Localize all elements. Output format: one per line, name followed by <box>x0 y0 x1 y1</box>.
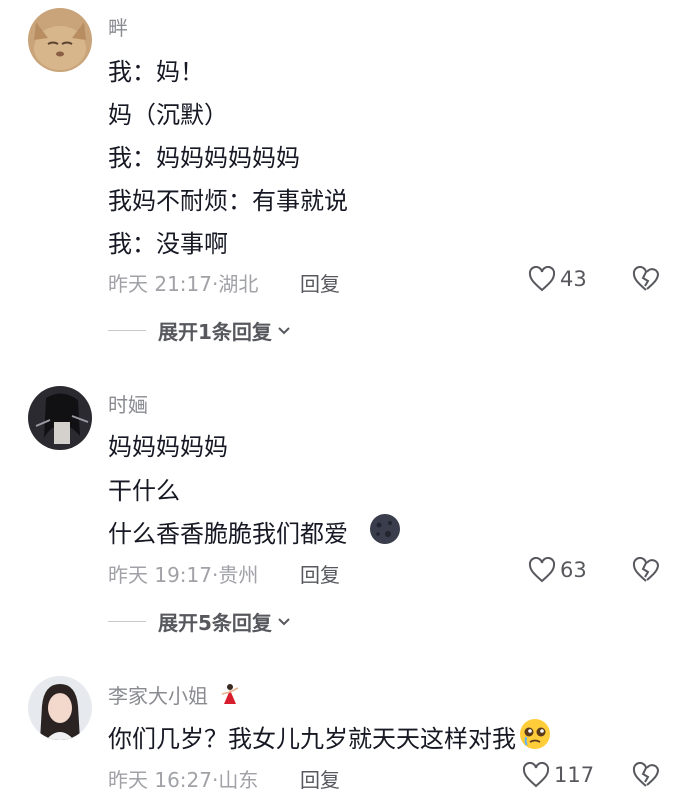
like-count: 117 <box>554 763 595 787</box>
comment-item: 李家大小姐 你们几岁？我女儿九岁就天天这样对我 昨天 16:27·山东 回复 1… <box>0 0 690 802</box>
reply-button[interactable]: 回复 <box>300 764 340 793</box>
comment-location: 山东 <box>218 768 259 792</box>
pleading-face-emoji <box>518 717 552 757</box>
comment-text: 你们几岁？我女儿九岁就天天这样对我 <box>108 719 552 757</box>
username[interactable]: 李家大小姐 <box>108 680 242 713</box>
dancer-emoji <box>216 682 242 713</box>
comment-time: 昨天 16:27 <box>108 768 212 792</box>
heart-outline-icon <box>522 762 550 788</box>
dislike-button[interactable] <box>632 761 660 792</box>
comment-meta: 昨天 16:27·山东 <box>108 768 259 792</box>
avatar[interactable] <box>28 676 92 740</box>
comment-text-content: 你们几岁？我女儿九岁就天天这样对我 <box>108 725 516 753</box>
broken-heart-icon <box>632 761 660 787</box>
like-button[interactable]: 117 <box>522 762 594 788</box>
username-text: 李家大小姐 <box>108 684 208 708</box>
